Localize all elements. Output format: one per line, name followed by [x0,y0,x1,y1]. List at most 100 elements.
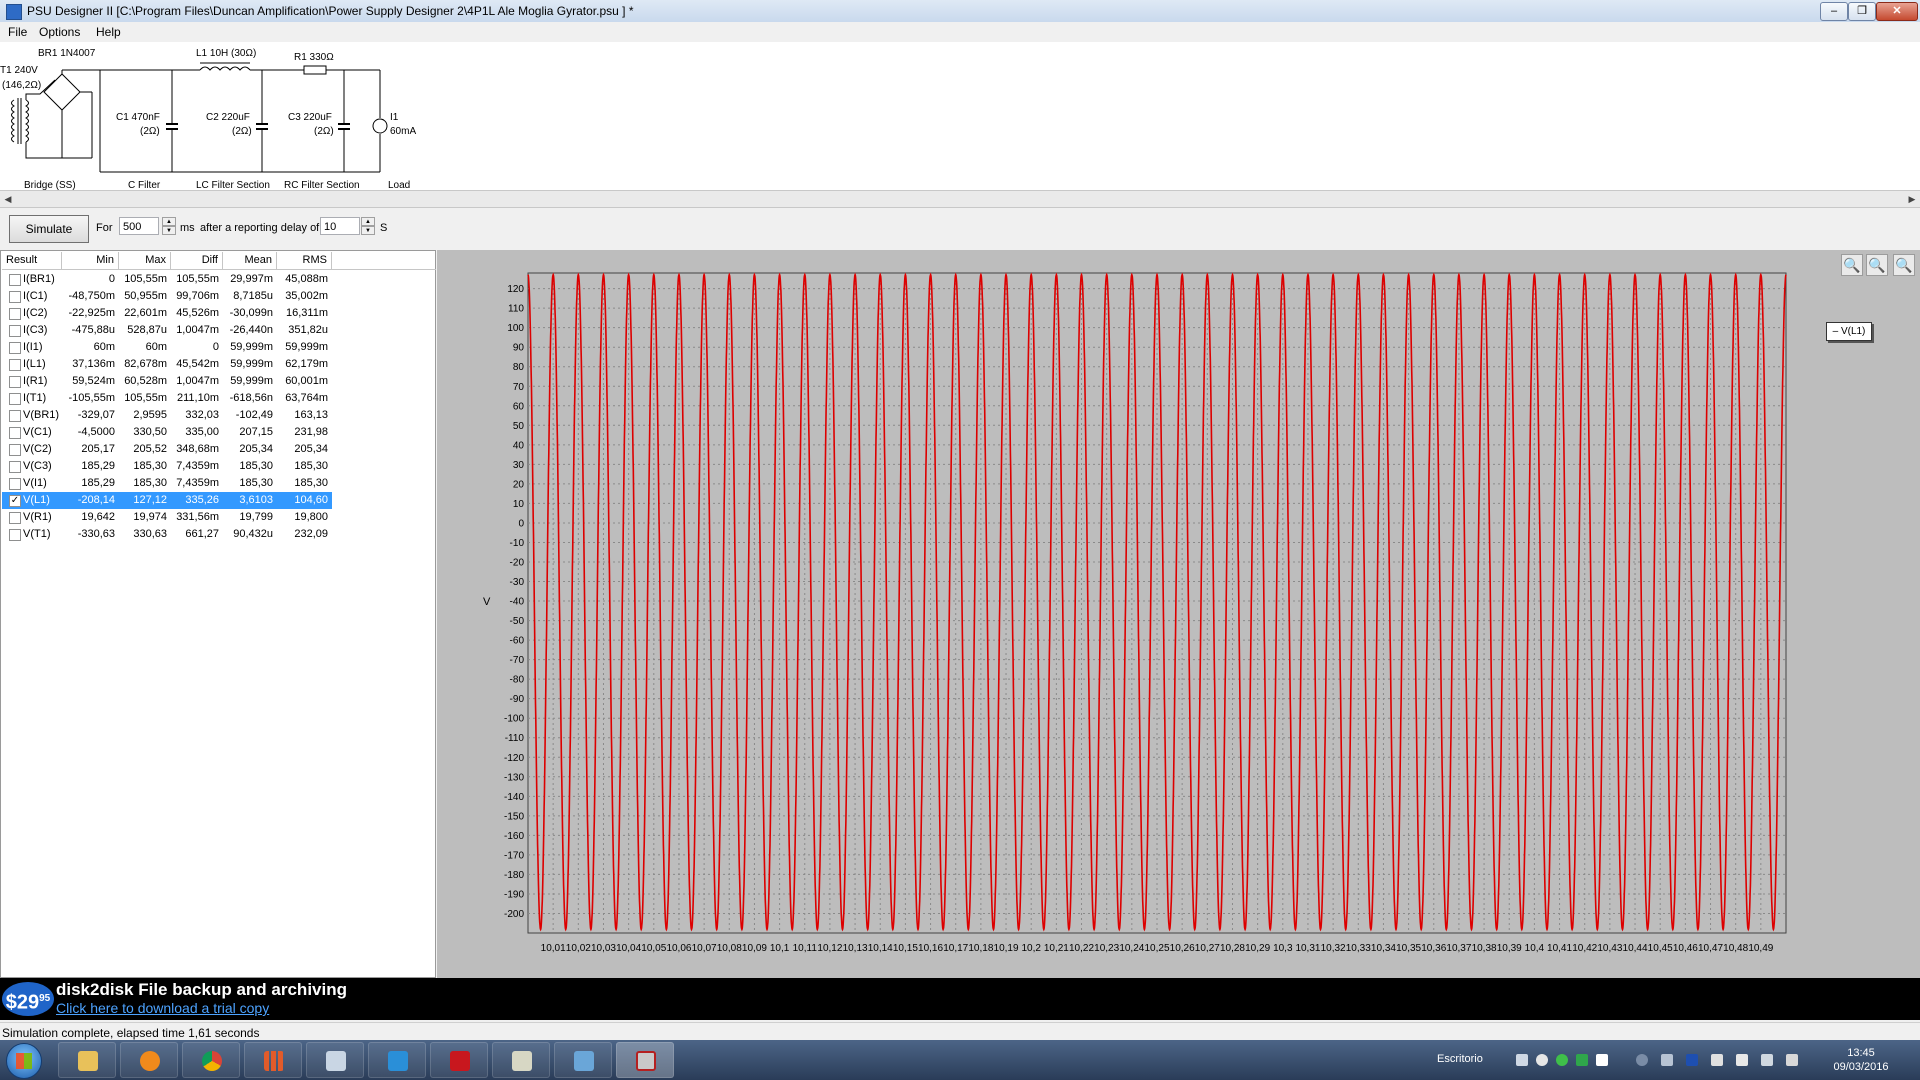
y-tick-label: 120 [507,284,524,295]
tray-sync-icon[interactable] [1556,1054,1568,1066]
x-tick-label: 10,42 [1572,943,1597,954]
y-tick-label: -120 [504,753,524,764]
x-tick-label: 10,25 [1144,943,1169,954]
y-tick-label: -200 [504,909,524,920]
tray-windows-icon[interactable] [1596,1054,1608,1066]
voltage-chart[interactable]: 1201101009080706050403020100-10-20-30-40… [0,0,1920,980]
clock-date: 09/03/2016 [1833,1061,1889,1073]
x-tick-label: 10,36 [1421,943,1446,954]
banner-title: disk2disk File backup and archiving [56,980,347,999]
chrome-icon [202,1051,222,1071]
taskbar: Escritorio 13:45 09/03/2016 [0,1040,1920,1080]
taskbar-app-blue[interactable] [368,1042,426,1078]
tray-network-icon[interactable] [1516,1054,1528,1066]
tray-security-icon[interactable] [1711,1054,1723,1066]
taskbar-media-player[interactable] [120,1042,178,1078]
apps-grid-icon [264,1051,284,1071]
y-tick-label: -30 [510,577,525,588]
x-tick-label: 10,19 [994,943,1019,954]
y-tick-label: -80 [510,675,525,686]
y-tick-label: -150 [504,811,524,822]
x-tick-label: 10,33 [1346,943,1371,954]
y-tick-label: 60 [513,401,525,412]
y-tick-label: -180 [504,870,524,881]
device-icon [388,1051,408,1071]
document-icon [512,1051,532,1071]
y-tick-label: -110 [505,733,525,744]
x-tick-label: 10,39 [1497,943,1522,954]
x-tick-label: 10,3 [1273,943,1293,954]
y-tick-label: -100 [504,714,524,725]
taskbar-explorer[interactable] [58,1042,116,1078]
x-tick-label: 10,23 [1094,943,1119,954]
taskbar-psu-designer[interactable] [616,1042,674,1078]
y-tick-label: 110 [508,304,524,315]
y-tick-label: 80 [513,362,525,373]
x-tick-label: 10,49 [1748,943,1773,954]
banner-price: $29 [5,991,40,1014]
tray-battery-icon[interactable] [1761,1054,1773,1066]
taskbar-apps[interactable] [244,1042,302,1078]
x-tick-label: 10,47 [1698,943,1723,954]
x-tick-label: 10,32 [1321,943,1346,954]
banner-link[interactable]: Click here to download a trial copy [56,1000,269,1016]
status-bar: Simulation complete, elapsed time 1,61 s… [0,1022,1920,1041]
taskbar-photos[interactable] [554,1042,612,1078]
y-tick-label: -40 [510,597,525,608]
desktop-toolbar-label[interactable]: Escritorio [1437,1053,1483,1065]
x-tick-label: 10,02 [566,943,591,954]
tray-check-icon[interactable] [1576,1054,1588,1066]
tray-bluetooth-icon[interactable] [1686,1054,1698,1066]
x-tick-label: 10,17 [943,943,968,954]
x-tick-label: 10,12 [817,943,842,954]
x-tick-label: 10,11 [793,943,818,954]
x-tick-label: 10,09 [742,943,767,954]
y-tick-label: -190 [504,889,524,900]
banner-price-cents: 95 [39,993,51,1004]
y-tick-label: 10 [513,499,525,510]
taskbar-clock[interactable]: 13:45 09/03/2016 [1826,1046,1896,1074]
x-tick-label: 10,21 [1044,943,1069,954]
x-tick-label: 10,44 [1623,943,1648,954]
ad-banner[interactable]: $2995 disk2disk File backup and archivin… [0,978,1920,1020]
taskbar-notepad[interactable] [492,1042,550,1078]
psu-designer-icon [636,1051,656,1071]
legend-v-l1[interactable]: – V(L1) [1826,322,1872,341]
tray-flag-icon[interactable] [1736,1054,1748,1066]
x-tick-label: 10,14 [868,943,893,954]
x-tick-label: 10,04 [616,943,641,954]
taskbar-acrobat[interactable] [430,1042,488,1078]
start-button[interactable] [6,1043,42,1079]
y-tick-label: 50 [513,421,525,432]
pdf-icon [450,1051,470,1071]
x-tick-label: 10,03 [591,943,616,954]
x-tick-label: 10,43 [1597,943,1622,954]
y-tick-label: -10 [510,538,525,549]
tray-generic-icon[interactable] [1636,1054,1648,1066]
tray-cloud-icon[interactable] [1536,1054,1548,1066]
status-text: Simulation complete, elapsed time 1,61 s… [2,1026,260,1040]
x-tick-label: 10,41 [1547,943,1572,954]
y-tick-label: -130 [504,772,524,783]
x-tick-label: 10,15 [893,943,918,954]
y-tick-label: 40 [513,440,525,451]
x-tick-label: 10,27 [1195,943,1220,954]
tray-display-icon[interactable] [1661,1054,1673,1066]
y-tick-label: -50 [510,616,525,627]
taskbar-calculator[interactable] [306,1042,364,1078]
y-tick-label: 70 [513,382,525,393]
y-tick-label: 0 [518,518,524,529]
x-tick-label: 10,08 [717,943,742,954]
y-tick-label: 30 [513,460,525,471]
x-tick-label: 10,24 [1119,943,1144,954]
x-tick-label: 10,18 [968,943,993,954]
media-player-icon [140,1051,160,1071]
clock-time: 13:45 [1847,1047,1875,1059]
calculator-icon [326,1051,346,1071]
x-tick-label: 10,34 [1371,943,1396,954]
x-tick-label: 10,13 [843,943,868,954]
y-tick-label: 100 [507,323,524,334]
x-tick-label: 10,01 [541,943,566,954]
tray-volume-icon[interactable] [1786,1054,1798,1066]
taskbar-chrome[interactable] [182,1042,240,1078]
